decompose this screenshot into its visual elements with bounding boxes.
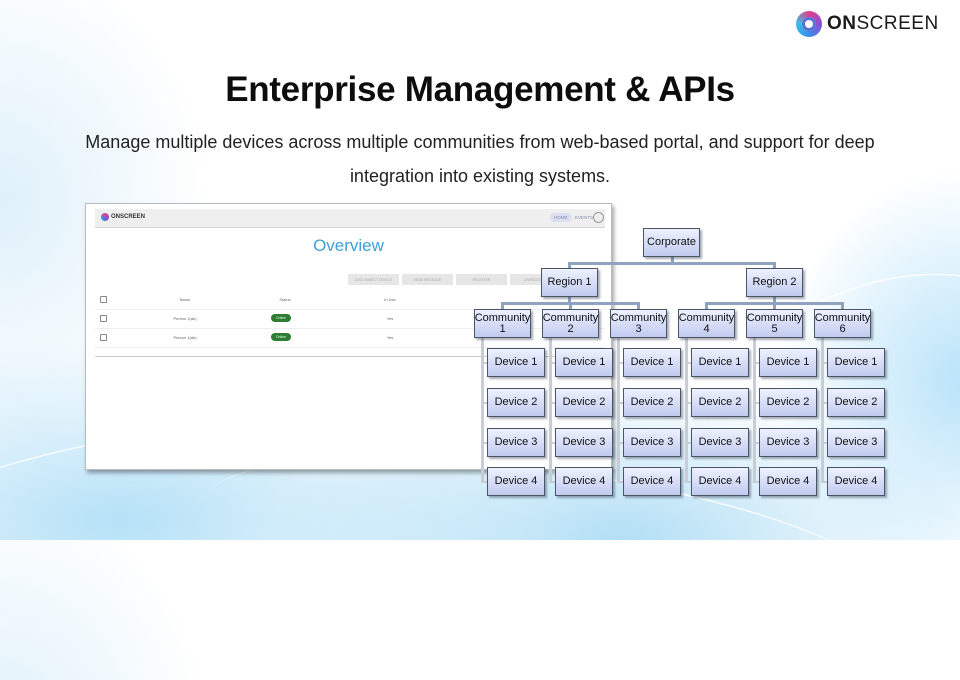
column-header-status[interactable]: Status xyxy=(270,297,300,302)
org-node-community-1[interactable]: Community 1 xyxy=(474,309,531,338)
row-checkbox[interactable] xyxy=(100,315,107,322)
page-title: Overview xyxy=(313,236,384,255)
device-node[interactable]: Device 1 xyxy=(759,348,817,377)
column-header-in-use[interactable]: In Use xyxy=(375,297,405,302)
device-node[interactable]: Device 3 xyxy=(827,428,885,457)
status-badge: Online xyxy=(271,333,291,341)
slide-title: Enterprise Management & APIs xyxy=(225,70,735,109)
device-node[interactable]: Device 4 xyxy=(759,467,817,496)
nav-home-link[interactable]: HOME xyxy=(550,213,572,222)
device-node[interactable]: Device 3 xyxy=(555,428,613,457)
device-node[interactable]: Device 2 xyxy=(487,388,545,417)
device-node[interactable]: Device 1 xyxy=(827,348,885,377)
aperture-logo-icon xyxy=(796,11,822,37)
device-node[interactable]: Device 4 xyxy=(691,467,749,496)
send-message-button[interactable]: SEND MESSAGE xyxy=(402,274,453,285)
nav-events-link[interactable]: EVENTS xyxy=(575,215,593,220)
org-node-community-3[interactable]: Community 3 xyxy=(610,309,667,338)
disconnect-device-button[interactable]: DISCONNECT DEVICE xyxy=(348,274,399,285)
connector-line xyxy=(773,297,776,303)
org-node-corporate[interactable]: Corporate xyxy=(643,228,700,257)
org-node-community-4[interactable]: Community 4 xyxy=(678,309,735,338)
device-node[interactable]: Device 4 xyxy=(487,467,545,496)
row-in-use: Yes xyxy=(386,316,394,321)
device-node[interactable]: Device 4 xyxy=(555,467,613,496)
org-node-community-2[interactable]: Community 2 xyxy=(542,309,599,338)
device-node[interactable]: Device 2 xyxy=(691,388,749,417)
device-node[interactable]: Device 1 xyxy=(623,348,681,377)
row-in-use: Yes xyxy=(386,335,394,340)
status-badge: Online xyxy=(271,314,291,322)
slide-subtitle: Manage multiple devices across multiple … xyxy=(85,132,875,186)
device-node[interactable]: Device 2 xyxy=(759,388,817,417)
device-node[interactable]: Device 1 xyxy=(555,348,613,377)
row-name: Person 1(ab) xyxy=(173,316,197,321)
device-node[interactable]: Device 3 xyxy=(623,428,681,457)
brand-logo: ONSCREEN xyxy=(796,11,939,37)
table-header-row: Name Status In Use xyxy=(95,291,605,310)
device-node[interactable]: Device 2 xyxy=(623,388,681,417)
portal-logo[interactable]: ONSCREEN xyxy=(101,213,145,221)
brand-name: ONSCREEN xyxy=(827,13,939,34)
select-all-checkbox[interactable] xyxy=(100,296,107,303)
device-connector xyxy=(685,337,688,483)
action-toolbar: DISCONNECT DEVICE SEND MESSAGE REGISTER … xyxy=(348,274,561,285)
portal-navbar: ONSCREEN HOME EVENTS xyxy=(95,209,605,228)
device-node[interactable]: Device 1 xyxy=(487,348,545,377)
user-avatar-icon[interactable] xyxy=(593,212,604,223)
org-node-community-5[interactable]: Community 5 xyxy=(746,309,803,338)
connector-line xyxy=(671,257,674,263)
column-header-name[interactable]: Name xyxy=(160,297,210,302)
device-node[interactable]: Device 2 xyxy=(555,388,613,417)
org-node-region-2[interactable]: Region 2 xyxy=(746,268,803,297)
device-node[interactable]: Device 3 xyxy=(759,428,817,457)
device-node[interactable]: Device 3 xyxy=(487,428,545,457)
device-node[interactable]: Device 4 xyxy=(623,467,681,496)
device-node[interactable]: Device 2 xyxy=(827,388,885,417)
device-node[interactable]: Device 1 xyxy=(691,348,749,377)
aperture-logo-icon xyxy=(101,213,109,221)
device-node[interactable]: Device 3 xyxy=(691,428,749,457)
org-node-region-1[interactable]: Region 1 xyxy=(541,268,598,297)
org-node-community-6[interactable]: Community 6 xyxy=(814,309,871,338)
row-checkbox[interactable] xyxy=(100,334,107,341)
register-button[interactable]: REGISTER xyxy=(456,274,507,285)
row-name: Person 1(ab) xyxy=(173,335,197,340)
device-node[interactable]: Device 4 xyxy=(827,467,885,496)
